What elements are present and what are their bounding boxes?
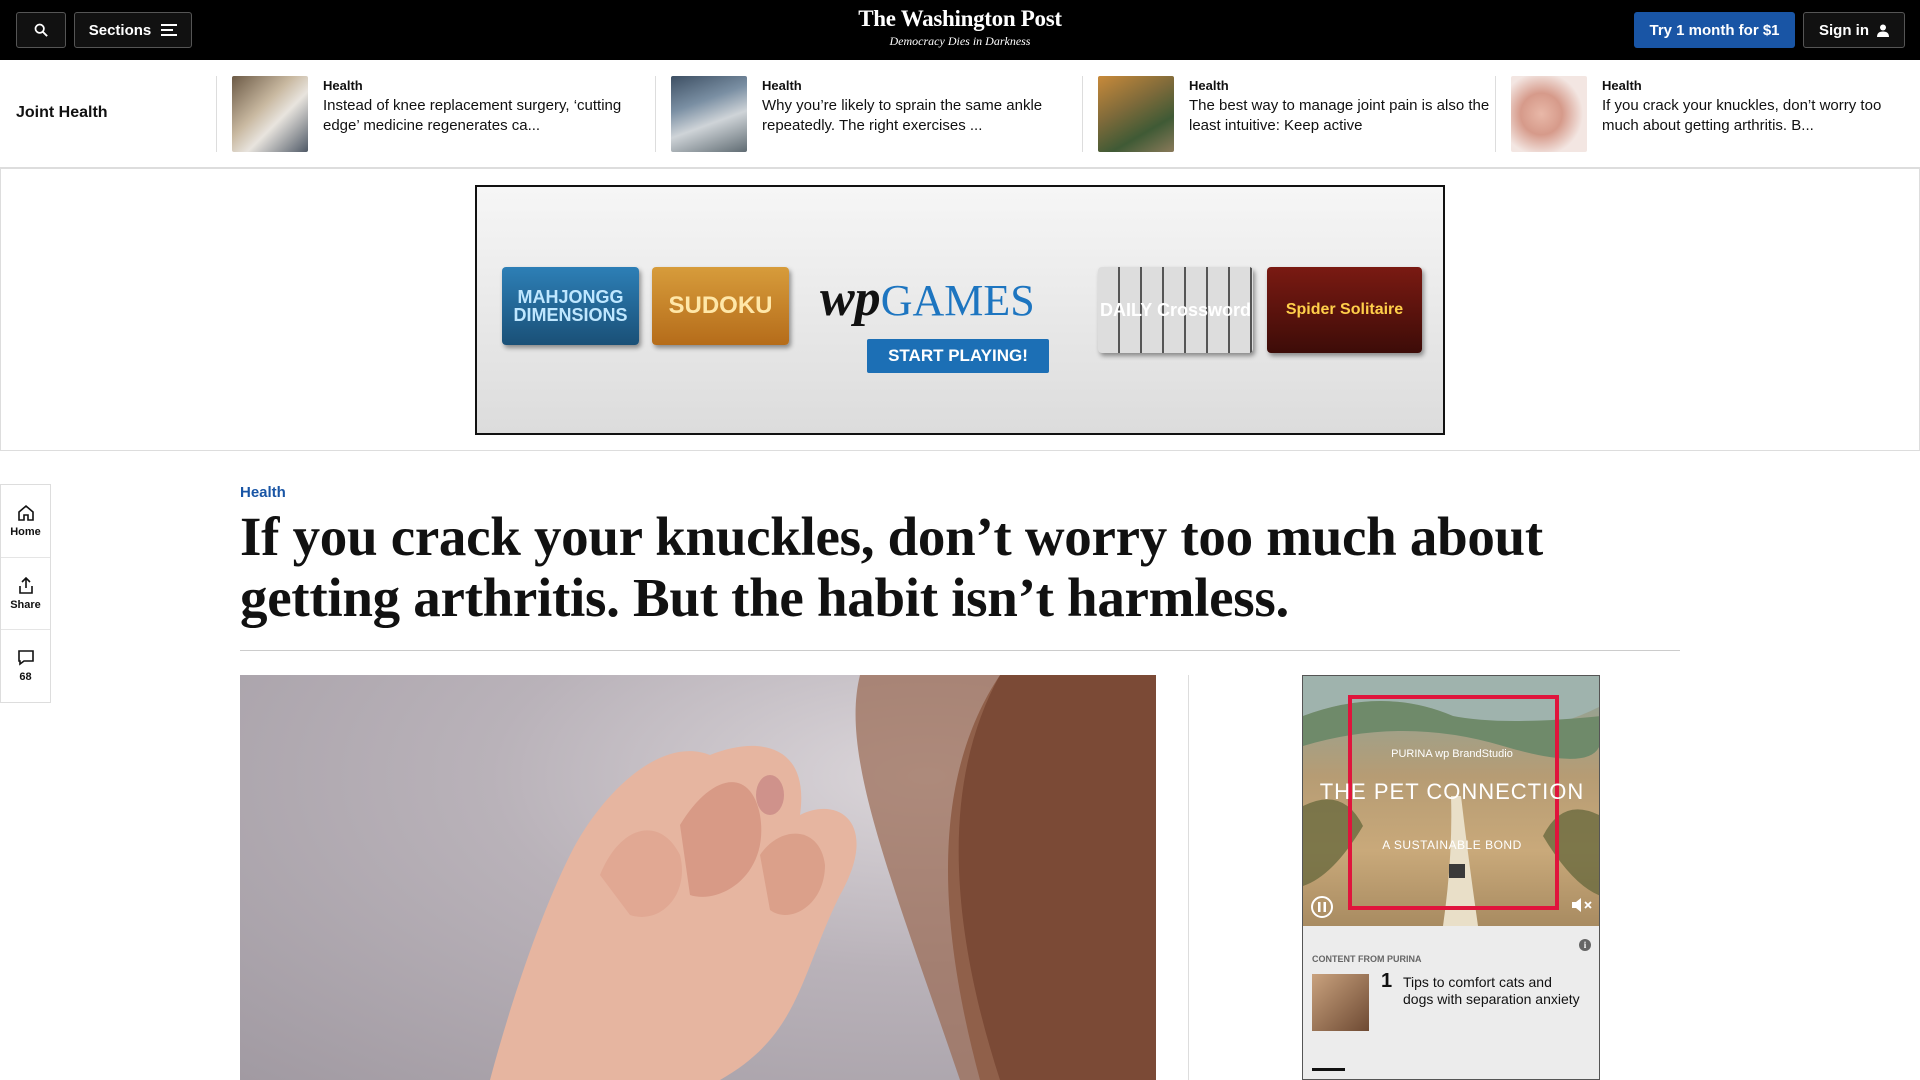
- games-wordmark: GAMES: [880, 276, 1035, 325]
- ad-title: THE PET CONNECTION: [1319, 779, 1585, 804]
- story-thumbnail: [1098, 76, 1174, 152]
- wp-games-ad[interactable]: MAHJONGG DIMENSIONS SUDOKU wpGAMES START…: [475, 185, 1445, 435]
- site-logo[interactable]: The Washington Post Democracy Dies in Da…: [760, 6, 1160, 49]
- home-button[interactable]: Home: [1, 485, 50, 557]
- knuckle-crack-photo: [490, 675, 1156, 1080]
- story-headline[interactable]: The best way to manage joint pain is als…: [1189, 96, 1509, 136]
- logo-tagline: Democracy Dies in Darkness: [889, 34, 1031, 48]
- strip-story[interactable]: Health If you crack your knuckles, don’t…: [1511, 76, 1911, 152]
- topic-label[interactable]: Joint Health: [16, 104, 108, 122]
- purina-ad[interactable]: PURINA wp BrandStudio THE PET CONNECTION…: [1302, 675, 1600, 1080]
- pause-button[interactable]: [1311, 896, 1333, 918]
- share-button[interactable]: Share: [1, 557, 50, 629]
- search-button[interactable]: [16, 12, 66, 48]
- tip-thumbnail[interactable]: [1312, 974, 1369, 1031]
- wp-mark: wp: [820, 270, 881, 327]
- mute-button[interactable]: [1571, 898, 1593, 915]
- strip-story[interactable]: Health Why you’re likely to sprain the s…: [671, 76, 1071, 152]
- home-label: Home: [10, 526, 41, 538]
- hero-image: [240, 675, 1156, 1080]
- top-nav-bar: Sections The Washington Post Democracy D…: [0, 0, 1920, 60]
- comment-icon: [17, 649, 34, 666]
- user-icon: [1877, 24, 1889, 37]
- article-kicker[interactable]: Health: [240, 484, 286, 501]
- menu-icon: [161, 24, 178, 36]
- sudoku-tile[interactable]: SUDOKU: [652, 267, 789, 345]
- ad-subtitle: A SUSTAINABLE BOND: [1382, 838, 1522, 852]
- tip-link[interactable]: Tips to comfort cats and dogs with separ…: [1403, 974, 1583, 1008]
- story-headline[interactable]: Instead of knee replacement surgery, ‘cu…: [323, 96, 643, 136]
- info-icon[interactable]: i: [1579, 939, 1591, 951]
- story-kicker: Health: [1602, 78, 1642, 93]
- logo-name: The Washington Post: [858, 6, 1062, 31]
- divider: [216, 76, 217, 152]
- pause-icon: [1318, 902, 1326, 912]
- wp-games-logo: wpGAMES: [820, 269, 1035, 328]
- carousel-indicator: [1312, 1068, 1345, 1071]
- divider: [1495, 76, 1496, 152]
- sections-label: Sections: [88, 21, 152, 39]
- divider: [655, 76, 656, 152]
- story-kicker: Health: [762, 78, 802, 93]
- content-from-label: CONTENT FROM PURINA: [1312, 954, 1422, 964]
- headline-divider: [240, 650, 1680, 651]
- column-divider: [1188, 675, 1189, 1080]
- ad-content-panel: i CONTENT FROM PURINA 1 Tips to comfort …: [1303, 926, 1599, 1079]
- story-kicker: Health: [1189, 78, 1229, 93]
- ad-video[interactable]: PURINA wp BrandStudio THE PET CONNECTION…: [1303, 676, 1599, 926]
- story-headline[interactable]: Why you’re likely to sprain the same ank…: [762, 96, 1082, 136]
- article-headline: If you crack your knuckles, don’t worry …: [240, 506, 1543, 628]
- share-label: Share: [10, 598, 41, 611]
- home-icon: [17, 504, 34, 521]
- strip-story[interactable]: Health The best way to manage joint pain…: [1098, 76, 1498, 152]
- story-thumbnail: [1511, 76, 1587, 152]
- search-icon: [34, 23, 48, 37]
- crossword-tile[interactable]: DAILY Crossword: [1098, 267, 1253, 353]
- spider-solitaire-tile[interactable]: Spider Solitaire: [1267, 267, 1422, 353]
- strip-story[interactable]: Health Instead of knee replacement surge…: [232, 76, 652, 152]
- subscribe-button[interactable]: Try 1 month for $1: [1634, 12, 1795, 48]
- share-icon: [18, 576, 33, 594]
- mute-icon: [1572, 898, 1592, 912]
- story-thumbnail: [671, 76, 747, 152]
- sign-in-label: Sign in: [1819, 21, 1869, 39]
- story-headline[interactable]: If you crack your knuckles, don’t worry …: [1602, 96, 1920, 136]
- story-kicker: Health: [323, 78, 363, 93]
- divider: [1082, 76, 1083, 152]
- ad-brand-line: PURINA wp BrandStudio: [1391, 748, 1513, 760]
- sign-in-button[interactable]: Sign in: [1803, 12, 1905, 48]
- tip-number: 1: [1381, 970, 1393, 992]
- story-thumbnail: [232, 76, 308, 152]
- comment-count: 68: [19, 670, 32, 683]
- topic-strip: Joint Health Health Instead of knee repl…: [0, 60, 1920, 168]
- comments-button[interactable]: 68: [1, 629, 50, 701]
- sections-button[interactable]: Sections: [74, 12, 192, 48]
- start-playing-button[interactable]: START PLAYING!: [867, 339, 1049, 373]
- mahjongg-tile[interactable]: MAHJONGG DIMENSIONS: [502, 267, 639, 345]
- side-rail: Home Share 68: [0, 484, 51, 703]
